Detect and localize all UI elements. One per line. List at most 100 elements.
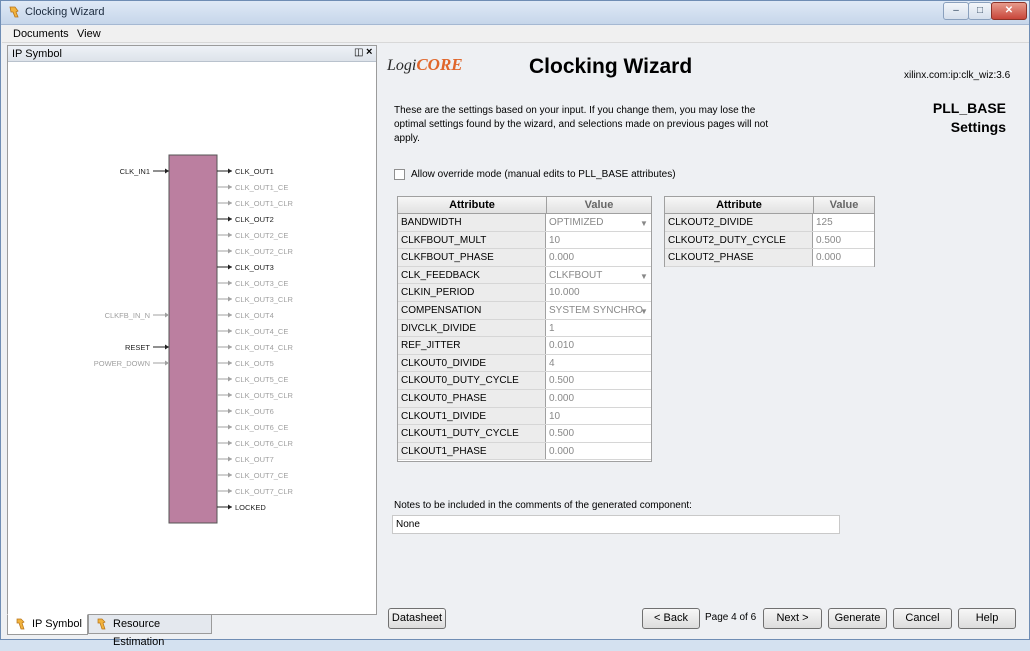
attribute-value-field[interactable]: 0.500 xyxy=(546,425,651,442)
table-row: REF_JITTER 0.010 xyxy=(398,337,651,355)
output-pin-label: CLK_OUT1 xyxy=(235,167,274,176)
resource-tab-icon xyxy=(97,618,106,630)
settings-page: LogiCORE Clocking Wizard xilinx.com:ip:c… xyxy=(381,45,1029,637)
maximize-button[interactable]: □ xyxy=(968,2,992,20)
help-button[interactable]: Help xyxy=(958,608,1016,629)
logicore-logo: LogiCORE xyxy=(387,55,463,74)
table-row: CLKOUT2_PHASE 0.000 xyxy=(665,249,874,267)
panel-title: IP Symbol xyxy=(12,48,62,60)
attribute-name: CLKOUT0_PHASE xyxy=(398,390,546,407)
attribute-name: CLKOUT1_PHASE xyxy=(398,442,546,460)
title-bar: Clocking Wizard – □ ✕ xyxy=(1,1,1029,25)
output-pin-arrow xyxy=(228,456,232,462)
output-pin-arrow xyxy=(228,328,232,334)
section-title-line1: PLL_BASE xyxy=(932,100,1006,116)
attribute-value-select[interactable]: SYSTEM SYNCHRO xyxy=(546,302,651,319)
override-label: Allow override mode (manual edits to PLL… xyxy=(411,169,676,181)
attribute-name: DIVCLK_DIVIDE xyxy=(398,319,546,337)
attribute-name: CLKOUT2_DIVIDE xyxy=(665,214,813,231)
table1-value-header: Value xyxy=(546,197,651,214)
minimize-button[interactable]: – xyxy=(943,2,969,20)
input-pin-arrow xyxy=(165,344,169,350)
dropdown-arrow-icon[interactable]: ▼ xyxy=(640,307,648,316)
attribute-name: CLKOUT0_DUTY_CYCLE xyxy=(398,372,546,389)
attribute-name: CLK_FEEDBACK xyxy=(398,266,546,284)
input-pin-label: POWER_DOWN xyxy=(94,359,150,368)
override-checkbox[interactable] xyxy=(394,169,405,180)
menu-documents[interactable]: Documents xyxy=(13,28,69,40)
output-pin-label: CLK_OUT2_CLR xyxy=(235,247,294,256)
attribute-value-field[interactable]: 0.010 xyxy=(546,337,651,354)
table2-attribute-header: Attribute xyxy=(665,197,813,214)
menu-bar: Documents View xyxy=(2,26,1029,43)
table-row: CLKOUT2_DIVIDE 125 xyxy=(665,214,874,232)
datasheet-button[interactable]: Datasheet xyxy=(388,608,446,629)
output-pin-label: LOCKED xyxy=(235,503,266,512)
attribute-value-field[interactable]: 125 xyxy=(813,214,874,231)
attribute-value-field[interactable]: 4 xyxy=(546,355,651,372)
close-button[interactable]: ✕ xyxy=(991,2,1027,20)
attribute-value-select[interactable]: CLKFBOUT xyxy=(546,267,651,284)
attribute-name: REF_JITTER xyxy=(398,337,546,354)
output-pin-arrow xyxy=(228,264,232,270)
table-row: CLKOUT1_DUTY_CYCLE 0.500 xyxy=(398,425,651,443)
override-option[interactable]: Allow override mode (manual edits to PLL… xyxy=(394,169,676,180)
ip-symbol-diagram: CLK_OUT1 CLK_OUT1_CE CLK_OUT1_CLR CLK_OUT2 C… xyxy=(94,154,294,524)
dropdown-arrow-icon[interactable]: ▼ xyxy=(640,272,648,281)
next-button[interactable]: Next > xyxy=(763,608,822,629)
table-row: CLKOUT0_DUTY_CYCLE 0.500 xyxy=(398,372,651,390)
table-row: CLKOUT1_DIVIDE 10 xyxy=(398,407,651,426)
table-row: BANDWIDTH OPTIMIZED ▼ xyxy=(398,214,651,232)
attribute-name: CLKFBOUT_PHASE xyxy=(398,249,546,266)
attribute-name: BANDWIDTH xyxy=(398,214,546,231)
output-pin-label: CLK_OUT3_CE xyxy=(235,279,288,288)
cancel-button[interactable]: Cancel xyxy=(893,608,952,629)
attribute-value-field[interactable]: 10.000 xyxy=(546,284,651,301)
app-window: Clocking Wizard – □ ✕ Documents View IP … xyxy=(0,0,1030,648)
table-row: CLK_FEEDBACK CLKFBOUT ▼ xyxy=(398,266,651,285)
attribute-value-field[interactable]: 0.000 xyxy=(546,390,651,407)
menu-view[interactable]: View xyxy=(77,28,101,40)
input-pin-arrow xyxy=(165,168,169,174)
attribute-value-field[interactable]: 0.500 xyxy=(813,232,874,249)
output-pin-label: CLK_OUT4_CE xyxy=(235,327,288,336)
generate-button[interactable]: Generate xyxy=(828,608,887,629)
attribute-value-field[interactable]: 0.000 xyxy=(546,249,651,266)
attribute-value-field[interactable]: 0.000 xyxy=(546,443,651,460)
output-pin-label: CLK_OUT1_CE xyxy=(235,183,288,192)
attribute-name: CLKOUT1_DUTY_CYCLE xyxy=(398,425,546,442)
output-pin-arrow xyxy=(228,408,232,414)
output-pin-arrow xyxy=(228,440,232,446)
back-button[interactable]: < Back xyxy=(642,608,700,629)
attribute-value-field[interactable]: 0.500 xyxy=(546,372,651,389)
attribute-name: COMPENSATION xyxy=(398,302,546,319)
table-row: COMPENSATION SYSTEM SYNCHRO ▼ xyxy=(398,302,651,320)
output-pin-label: CLK_OUT2 xyxy=(235,215,274,224)
tab-resource-estimation[interactable]: Resource Estimation xyxy=(88,614,212,648)
float-panel-icon[interactable]: ◫ xyxy=(354,47,363,58)
attribute-value-field[interactable]: 10 xyxy=(546,408,651,425)
attribute-value-field[interactable]: 0.000 xyxy=(813,249,874,266)
panel-header: IP Symbol ◫ × xyxy=(8,46,376,62)
output-pin-label: CLK_OUT6_CE xyxy=(235,423,288,432)
output-pin-label: CLK_OUT6_CLR xyxy=(235,439,294,448)
attribute-name: CLKOUT1_DIVIDE xyxy=(398,407,546,425)
dropdown-arrow-icon[interactable]: ▼ xyxy=(640,219,648,228)
attribute-value-select[interactable]: OPTIMIZED xyxy=(546,214,651,231)
ip-symbol-tab-icon xyxy=(16,618,25,630)
attribute-value-field[interactable]: 10 xyxy=(546,232,651,249)
table-row: CLKOUT1_PHASE 0.000 xyxy=(398,442,651,461)
window-title: Clocking Wizard xyxy=(25,6,105,18)
ip-symbol-panel: IP Symbol ◫ × CLK_OUT1 CLK_OUT1_CE CLK_OUT… xyxy=(7,45,377,615)
output-pin-arrow xyxy=(228,488,232,494)
notes-input[interactable]: None xyxy=(392,515,840,534)
close-panel-icon[interactable]: × xyxy=(366,46,372,58)
output-pin-arrow xyxy=(228,424,232,430)
output-pin-label: CLK_OUT1_CLR xyxy=(235,199,294,208)
input-pin-label: CLK_IN1 xyxy=(120,167,150,176)
tab-ip-symbol[interactable]: IP Symbol xyxy=(7,614,88,635)
output-pin-label: CLK_OUT5 xyxy=(235,359,274,368)
notes-label: Notes to be included in the comments of … xyxy=(394,500,692,511)
attribute-value-field[interactable]: 1 xyxy=(546,320,651,337)
table-row: DIVCLK_DIVIDE 1 xyxy=(398,319,651,338)
